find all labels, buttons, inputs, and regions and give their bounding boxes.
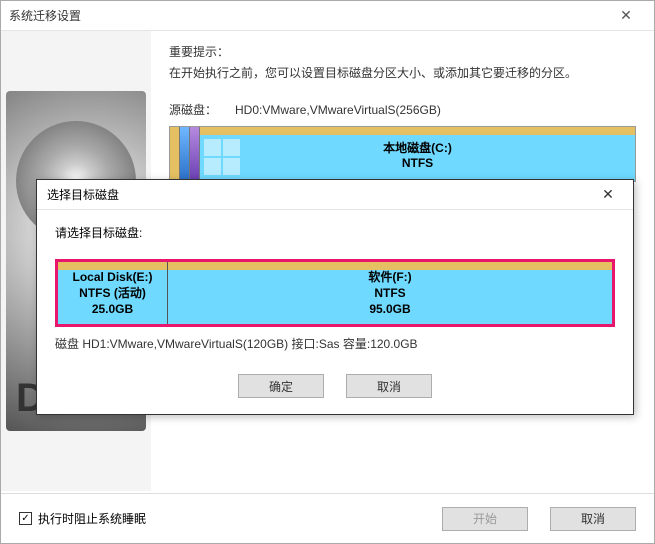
source-part-fs: NTFS xyxy=(402,156,433,170)
window-title: 系统迁移设置 xyxy=(9,7,606,24)
close-icon[interactable]: ✕ xyxy=(606,2,646,30)
partition-size: 95.0GB xyxy=(369,301,410,317)
important-label: 重要提示： xyxy=(169,43,636,60)
partition-stub-1 xyxy=(170,127,180,181)
select-target-disk-dialog: 选择目标磁盘 ✕ 请选择目标磁盘: Local Disk(E:) NTFS (活… xyxy=(36,179,634,415)
target-partition-f[interactable]: 软件(F:) NTFS 95.0GB xyxy=(168,262,612,324)
modal-ok-button[interactable]: 确定 xyxy=(238,374,324,398)
partition-name: Local Disk(E:) xyxy=(72,269,152,285)
source-row: 源磁盘： HD0:VMware,VMwareVirtualS(256GB) xyxy=(169,101,636,118)
sleep-checkbox-row[interactable]: ✓ 执行时阻止系统睡眠 xyxy=(19,510,146,527)
source-disk-bar: 本地磁盘(C:) NTFS xyxy=(169,126,636,182)
cancel-button[interactable]: 取消 xyxy=(550,507,636,531)
checkbox-icon[interactable]: ✓ xyxy=(19,512,32,525)
main-titlebar: 系统迁移设置 ✕ xyxy=(1,1,654,31)
partition-stub-2 xyxy=(180,127,190,181)
sleep-checkbox-label: 执行时阻止系统睡眠 xyxy=(38,510,146,527)
source-part-name: 本地磁盘(C:) xyxy=(383,139,452,156)
partition-size: 25.0GB xyxy=(92,301,133,317)
partition-name: 软件(F:) xyxy=(368,269,411,285)
source-disk-name: HD0:VMware,VMwareVirtualS(256GB) xyxy=(235,103,441,117)
modal-cancel-button[interactable]: 取消 xyxy=(346,374,432,398)
target-disk-highlight: Local Disk(E:) NTFS (活动) 25.0GB 软件(F:) N… xyxy=(55,259,615,327)
partition-stub-3 xyxy=(190,127,200,181)
modal-prompt: 请选择目标磁盘: xyxy=(55,224,615,241)
source-label: 源磁盘： xyxy=(169,101,217,118)
target-disk-info: 磁盘 HD1:VMware,VMwareVirtualS(120GB) 接口:S… xyxy=(55,335,615,352)
modal-body: 请选择目标磁盘: Local Disk(E:) NTFS (活动) 25.0GB… xyxy=(37,210,633,414)
description-text: 在开始执行之前，您可以设置目标磁盘分区大小、或添加其它要迁移的分区。 xyxy=(169,64,636,81)
modal-close-icon[interactable]: ✕ xyxy=(593,186,623,203)
target-partition-e[interactable]: Local Disk(E:) NTFS (活动) 25.0GB xyxy=(58,262,168,324)
source-partition-main[interactable]: 本地磁盘(C:) NTFS xyxy=(200,127,635,181)
windows-icon xyxy=(204,139,240,175)
target-disk-bar[interactable]: Local Disk(E:) NTFS (活动) 25.0GB 软件(F:) N… xyxy=(58,262,612,324)
partition-fs: NTFS xyxy=(374,285,405,301)
start-button[interactable]: 开始 xyxy=(442,507,528,531)
modal-button-row: 确定 取消 xyxy=(55,374,615,398)
modal-titlebar: 选择目标磁盘 ✕ xyxy=(37,180,633,210)
footer-bar: ✓ 执行时阻止系统睡眠 开始 取消 xyxy=(1,493,654,543)
main-window: 系统迁移设置 ✕ 重要提示： 在开始执行之前，您可以设置目标磁盘分区大小、或添加… xyxy=(0,0,655,544)
partition-fs: NTFS (活动) xyxy=(79,285,146,301)
modal-title: 选择目标磁盘 xyxy=(47,186,593,203)
